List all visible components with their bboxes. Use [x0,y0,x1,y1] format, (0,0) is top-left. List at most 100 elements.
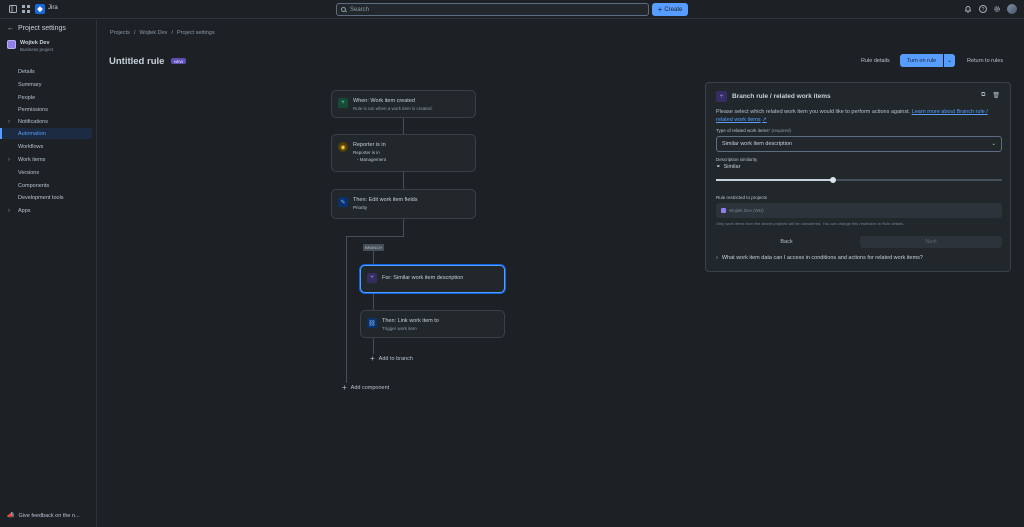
trigger-node[interactable]: + When: Work item created Rule is run wh… [331,90,476,118]
project-header: Wojtek Dev Business project [7,40,53,52]
node-title: For: Similar work item description [382,275,464,281]
node-title: Then: Link work item to [382,318,439,324]
node-subtitle: Rule is run when a work item is created. [353,106,433,111]
branch-icon: ⑂ [367,273,377,283]
breadcrumb-project-settings[interactable]: Project settings [177,30,215,36]
branch-label: BRANCH [363,244,384,251]
duplicate-icon[interactable]: ⧉ [981,92,985,99]
turn-on-rule-button[interactable]: Turn on rule [900,54,943,67]
project-type: Business project [20,47,54,52]
create-label: Create [664,6,683,13]
sidebar-item-label: Details [18,68,35,75]
chevron-right-icon: › [8,118,10,125]
related-data-faq-toggle[interactable]: › What work item data can I access in co… [716,255,923,261]
similarity-slider[interactable] [716,176,1002,183]
project-name: Wojtek Dev [20,40,50,46]
sidebar-item-workflows[interactable]: Workflows [0,141,92,152]
back-to-project-link[interactable]: ← Project settings [7,25,66,32]
rule-details-button[interactable]: Rule details [858,56,893,66]
svg-text:?: ? [982,7,985,13]
project-avatar-icon [721,208,726,213]
megaphone-icon: 📣 [7,513,15,519]
restricted-projects-label: Rule restricted to projects [716,195,768,200]
flow-connector [403,172,404,189]
similarity-value: ⚭ Similar [716,164,740,170]
action-node[interactable]: ✎ Then: Edit work item fields Priority [331,189,476,219]
similarity-value-text: Similar [723,164,741,170]
project-settings-sidebar: ← Project settings Wojtek Dev Business p… [0,20,97,527]
sidebar-item-development-tools[interactable]: Development tools [0,192,92,203]
user-avatar[interactable] [1007,4,1017,14]
chevron-right-icon: › [716,255,718,261]
condition-icon: ◉ [338,142,348,152]
panel-actions: ⧉ 🗑 [981,92,1000,99]
breadcrumb-separator: / [133,30,136,36]
branch-icon: ⑂ [716,91,727,102]
chevron-right-icon: › [8,207,10,214]
sidebar-item-details[interactable]: Details [0,66,92,77]
search-input[interactable]: Search [336,3,649,16]
settings-gear-icon[interactable] [992,4,1002,14]
breadcrumb-project[interactable]: Wojtek Dev [139,30,167,36]
condition-node[interactable]: ◉ Reporter is in Reporter is in - Manage… [331,134,476,172]
link-icon: ⛓ [367,318,377,328]
jira-logo-icon[interactable]: ◆ [35,4,45,14]
flow-connector [346,236,347,383]
trash-icon[interactable]: 🗑 [992,92,1000,99]
node-subtitle: Reporter is in [353,150,380,155]
sidebar-item-work-items[interactable]: › Work items [0,154,92,165]
search-icon [341,7,346,12]
back-button[interactable]: Back [716,236,857,248]
help-icon[interactable]: ? [978,4,988,14]
sidebar-item-label: Components [18,182,50,189]
select-value: Similar work item description [722,141,792,147]
add-to-branch-label: Add to branch [378,355,413,362]
flow-connector [403,118,404,134]
panel-description-text: Please select which related work item yo… [716,109,911,115]
required-marker: * (required) [768,128,792,133]
similarity-field-label: Description similarity [716,157,758,162]
node-title: Then: Edit work item fields [353,197,418,203]
give-feedback-button[interactable]: 📣 Give feedback on the n... [7,512,80,520]
chevron-down-icon: ⌄ [991,141,996,147]
top-navigation-bar: ◆ Jira Search + Create ? [0,0,1024,19]
sidebar-item-automation[interactable]: Automation [0,128,92,139]
turn-on-options-button[interactable]: ⌄ [943,54,955,67]
breadcrumb-projects[interactable]: Projects [110,30,130,36]
type-field-label: Type of related work items* (required) [716,128,791,133]
create-button[interactable]: + Create [652,3,688,16]
restriction-helper-text: Only work items from the above projects … [716,221,905,226]
flow-connector [373,293,374,310]
trigger-plus-icon: + [338,98,348,108]
notifications-bell-icon[interactable] [963,4,973,14]
add-to-branch-button[interactable]: + Add to branch [370,354,413,363]
external-link-icon[interactable]: ↗ [762,117,767,123]
app-switcher-icon[interactable] [21,4,31,14]
link-work-item-node[interactable]: ⛓ Then: Link work item to Trigger work i… [360,310,505,338]
chevron-down-icon: ⌄ [946,58,953,64]
node-subtitle: Priority [353,205,368,210]
sidebar-item-permissions[interactable]: Permissions [0,104,92,115]
sidebar-item-components[interactable]: Components [0,180,92,191]
sidebar-toggle-icon[interactable] [8,4,18,14]
sidebar-item-summary[interactable]: Summary [0,79,92,90]
sidebar-item-people[interactable]: People [0,92,92,103]
sidebar-item-label: Apps [18,207,31,214]
plus-icon: + [342,383,347,392]
add-component-button[interactable]: + Add component [342,383,389,392]
node-subtitle: Trigger work item [382,326,417,331]
similarity-icon: ⚭ [716,164,721,170]
return-to-rules-button[interactable]: Return to rules [964,56,1006,66]
sidebar-item-versions[interactable]: Versions [0,167,92,178]
project-avatar-icon [7,40,16,49]
slider-thumb[interactable] [830,176,837,183]
next-button[interactable]: Next [860,236,1002,248]
node-title: When: Work item created [353,98,415,104]
branch-for-node[interactable]: ⑂ For: Similar work item description [360,265,505,293]
sidebar-item-label: Automation [18,130,46,137]
sidebar-item-apps[interactable]: › Apps [0,205,92,216]
related-work-items-type-select[interactable]: Similar work item description ⌄ [716,136,1002,152]
app-name[interactable]: Jira [48,5,58,11]
rule-title[interactable]: Untitled rule [109,56,164,67]
sidebar-item-notifications[interactable]: › Notifications [0,116,92,127]
